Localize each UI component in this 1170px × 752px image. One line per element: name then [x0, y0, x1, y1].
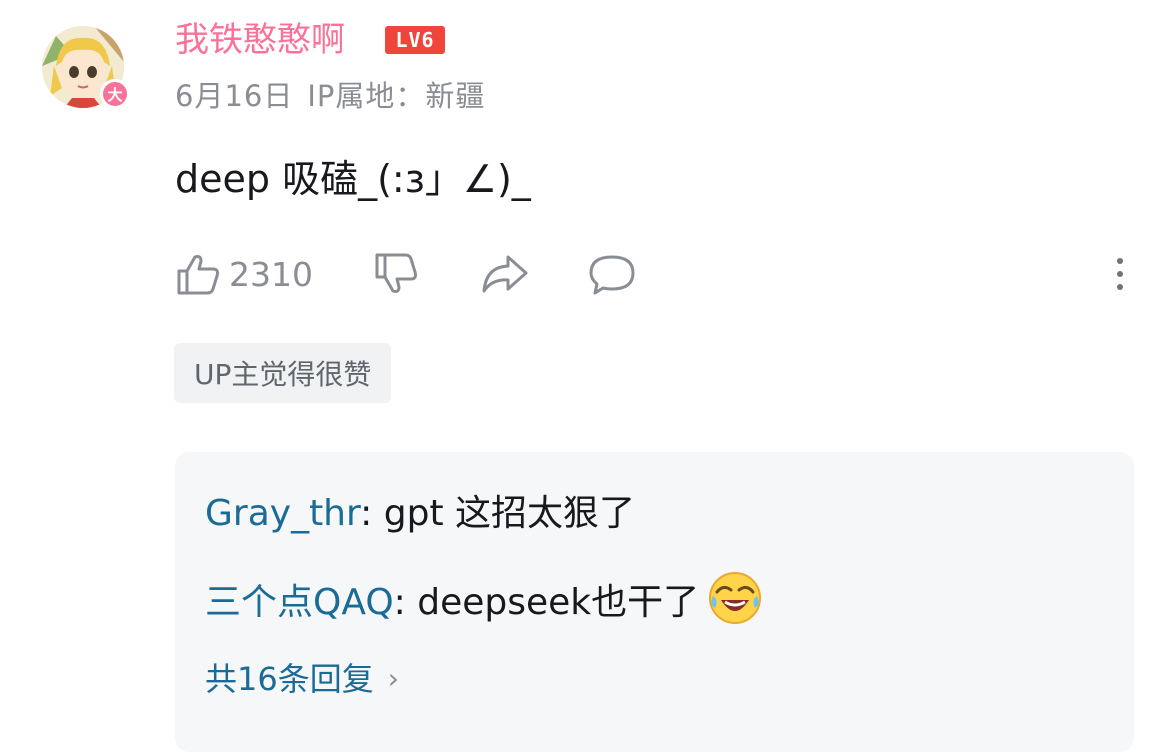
ip-location: IP属地：新疆 [307, 79, 486, 113]
level-badge: LV6 [385, 26, 445, 54]
more-icon [1117, 258, 1123, 264]
reply-item[interactable]: Gray_thr: gpt 这招太狠了 [205, 488, 635, 540]
reply-separator: : [360, 493, 384, 534]
username[interactable]: 我铁憨憨啊 [175, 16, 345, 64]
vip-badge: 大 [100, 79, 130, 109]
chevron-right-icon: › [387, 662, 399, 695]
reply-button[interactable] [587, 247, 637, 301]
like-icon [177, 255, 219, 295]
reply-item[interactable]: 三个点QAQ: deepseek也干了 [205, 572, 763, 632]
comment-avatar-wrapper[interactable]: 大 [42, 23, 134, 111]
laughing-emoji-icon [709, 572, 762, 624]
more-options-button[interactable] [1105, 247, 1135, 301]
share-button[interactable] [480, 247, 528, 301]
reply-author[interactable]: 三个点QAQ [205, 582, 394, 623]
comment-action-bar: 2310 [175, 247, 1135, 301]
reply-count-label: 共16条回复 [205, 660, 374, 698]
reply-author[interactable]: Gray_thr [205, 493, 360, 534]
reply-text: gpt 这招太狠了 [383, 493, 636, 534]
up-liked-tag: UP主觉得很赞 [174, 343, 392, 403]
reply-icon [589, 255, 635, 295]
comment-date: 6月16日 [175, 79, 294, 113]
comment-meta: 6月16日 IP属地：新疆 [175, 76, 499, 116]
like-count: 2310 [229, 254, 313, 294]
comment-content: deep 吸磕_(:з」∠)_ [175, 157, 531, 201]
dislike-icon [375, 253, 417, 293]
reply-preview-box[interactable]: Gray_thr: gpt 这招太狠了 三个点QAQ: deepseek也干了 … [175, 452, 1134, 752]
dislike-button[interactable] [373, 247, 419, 301]
like-button[interactable]: 2310 [175, 247, 313, 301]
view-all-replies-link[interactable]: 共16条回复 › [205, 656, 399, 702]
reply-text: deepseek也干了 [417, 582, 700, 623]
share-icon [482, 255, 528, 293]
reply-separator: : [393, 582, 418, 623]
